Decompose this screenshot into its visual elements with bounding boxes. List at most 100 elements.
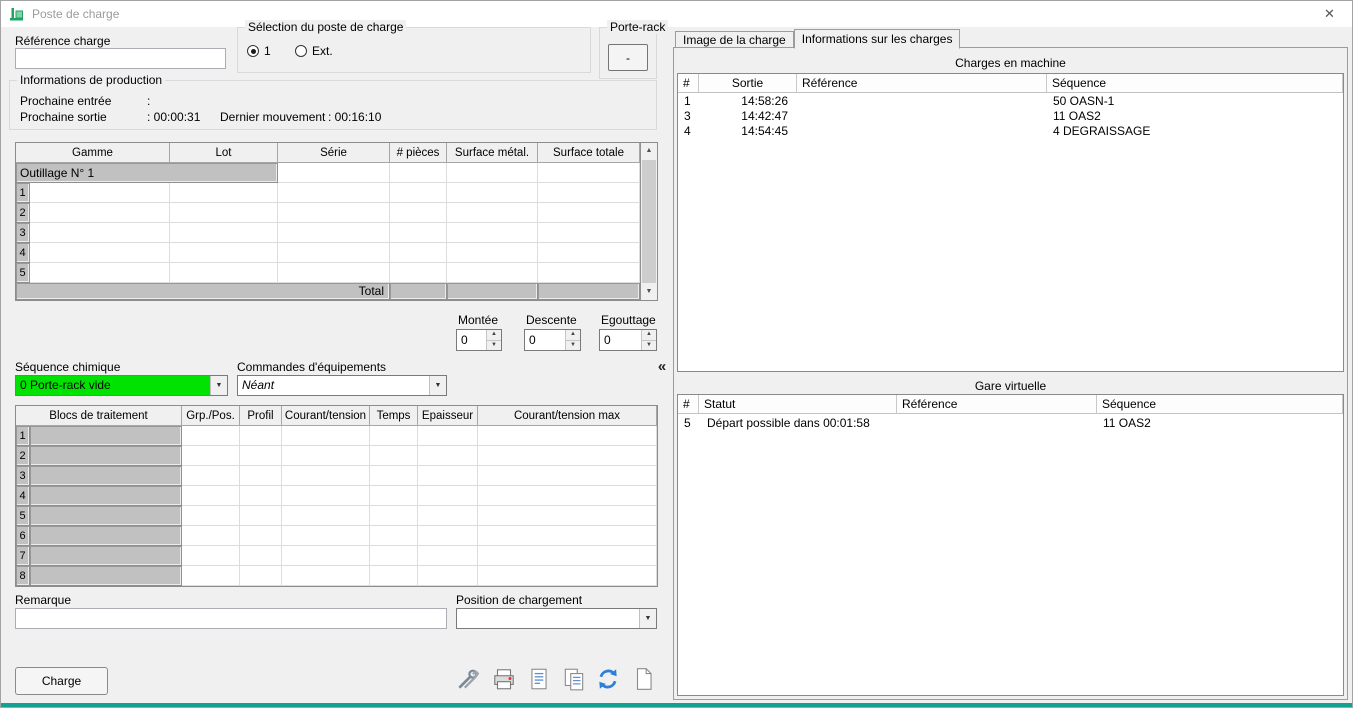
table-cell[interactable] <box>418 466 478 486</box>
table-cell[interactable] <box>278 243 390 263</box>
dropdown-arrow-icon[interactable]: ▼ <box>429 376 446 395</box>
table-cell[interactable] <box>418 526 478 546</box>
table-cell[interactable] <box>478 466 657 486</box>
position-chargement-combo[interactable]: ▼ <box>456 608 657 629</box>
table-row[interactable]: 1 14:58:26 50 OASN-1 <box>678 93 1343 108</box>
montee-stepper[interactable]: 0 ▲▼ <box>456 329 502 351</box>
table-cell[interactable] <box>478 486 657 506</box>
table-cell[interactable] <box>182 486 240 506</box>
refresh-icon[interactable] <box>594 665 622 693</box>
commandes-equipements-combo[interactable]: Néant ▼ <box>237 375 447 396</box>
table-cell[interactable] <box>370 566 418 586</box>
column-header[interactable]: # <box>678 74 699 93</box>
column-header[interactable]: Courant/tension <box>282 406 370 426</box>
block-cell[interactable] <box>30 506 182 526</box>
table-cell[interactable] <box>170 183 278 203</box>
table-cell[interactable] <box>538 223 640 243</box>
column-header[interactable]: Courant/tension max <box>478 406 657 426</box>
table-cell[interactable] <box>447 163 538 183</box>
table-cell[interactable] <box>418 426 478 446</box>
spin-down-icon[interactable]: ▼ <box>642 341 656 351</box>
table-cell[interactable] <box>170 243 278 263</box>
column-header[interactable]: # <box>678 395 699 414</box>
sequence-chimique-combo[interactable]: 0 Porte-rack vide ▼ <box>15 375 228 396</box>
spin-up-icon[interactable]: ▲ <box>642 330 656 341</box>
table-cell[interactable] <box>478 546 657 566</box>
table-cell[interactable] <box>182 446 240 466</box>
table-cell[interactable] <box>390 203 447 223</box>
block-cell[interactable] <box>30 546 182 566</box>
table-cell[interactable] <box>240 446 282 466</box>
remarque-input[interactable] <box>15 608 447 629</box>
column-header[interactable]: Référence <box>797 74 1047 93</box>
table-cell[interactable] <box>182 506 240 526</box>
block-cell[interactable] <box>30 426 182 446</box>
column-header[interactable]: Séquence <box>1047 74 1343 93</box>
table-cell[interactable] <box>370 446 418 466</box>
table-cell[interactable] <box>182 566 240 586</box>
table-cell[interactable] <box>390 263 447 283</box>
table-cell[interactable] <box>170 223 278 243</box>
table-cell[interactable] <box>282 426 370 446</box>
spin-up-icon[interactable]: ▲ <box>487 330 501 341</box>
table-cell[interactable] <box>390 243 447 263</box>
column-header[interactable]: Référence <box>897 395 1097 414</box>
table-cell[interactable] <box>538 163 640 183</box>
table-cell[interactable] <box>418 446 478 466</box>
table-row[interactable]: 5 Départ possible dans 00:01:58 11 OAS2 <box>678 414 1343 431</box>
dropdown-arrow-icon[interactable]: ▼ <box>639 609 656 628</box>
radio-poste-1[interactable]: 1 <box>247 44 271 58</box>
table-cell[interactable] <box>478 506 657 526</box>
table-cell[interactable] <box>370 426 418 446</box>
table-cell[interactable] <box>182 526 240 546</box>
table-cell[interactable] <box>538 243 640 263</box>
column-header[interactable]: Sortie <box>699 74 797 93</box>
table-cell[interactable] <box>240 566 282 586</box>
scroll-down-icon[interactable]: ▼ <box>641 284 657 300</box>
copy-icon[interactable] <box>560 665 588 693</box>
table-cell[interactable] <box>278 183 390 203</box>
table-cell[interactable] <box>418 486 478 506</box>
table-cell[interactable] <box>538 263 640 283</box>
outillage-group-row[interactable]: Outillage N° 1 <box>16 163 640 183</box>
column-header[interactable]: Temps <box>370 406 418 426</box>
table-cell[interactable] <box>478 446 657 466</box>
spin-up-icon[interactable]: ▲ <box>566 330 580 341</box>
table-cell[interactable] <box>30 223 170 243</box>
column-header[interactable]: Profil <box>240 406 282 426</box>
table-cell[interactable] <box>240 426 282 446</box>
table-cell[interactable] <box>30 183 170 203</box>
table-cell[interactable] <box>240 526 282 546</box>
column-header[interactable]: # pièces <box>390 143 447 163</box>
descente-stepper[interactable]: 0 ▲▼ <box>524 329 581 351</box>
column-header[interactable]: Grp./Pos. <box>182 406 240 426</box>
table-cell[interactable] <box>370 466 418 486</box>
table-cell[interactable] <box>240 466 282 486</box>
block-cell[interactable] <box>30 566 182 586</box>
table-cell[interactable] <box>390 163 447 183</box>
table-cell[interactable] <box>282 506 370 526</box>
tab-informations-charges[interactable]: Informations sur les charges <box>794 29 961 49</box>
table-cell[interactable] <box>478 526 657 546</box>
table-cell[interactable] <box>447 243 538 263</box>
table-cell[interactable] <box>240 546 282 566</box>
table-cell[interactable] <box>240 506 282 526</box>
table-cell[interactable] <box>170 263 278 283</box>
table-cell[interactable] <box>30 263 170 283</box>
table-cell[interactable] <box>478 566 657 586</box>
table-row[interactable]: 4 14:54:45 4 DEGRAISSAGE <box>678 123 1343 138</box>
document-icon[interactable] <box>525 665 553 693</box>
scroll-thumb[interactable] <box>642 160 656 283</box>
table-cell[interactable] <box>418 506 478 526</box>
table-cell[interactable] <box>418 566 478 586</box>
table-cell[interactable] <box>370 526 418 546</box>
print-icon[interactable] <box>490 665 518 693</box>
column-header[interactable]: Série <box>278 143 390 163</box>
table-cell[interactable] <box>182 426 240 446</box>
column-header[interactable]: Epaisseur <box>418 406 478 426</box>
spin-down-icon[interactable]: ▼ <box>487 341 501 351</box>
block-cell[interactable] <box>30 446 182 466</box>
table-cell[interactable] <box>282 526 370 546</box>
column-header[interactable]: Surface métal. <box>447 143 538 163</box>
collapse-panel-button[interactable]: « <box>654 358 670 375</box>
